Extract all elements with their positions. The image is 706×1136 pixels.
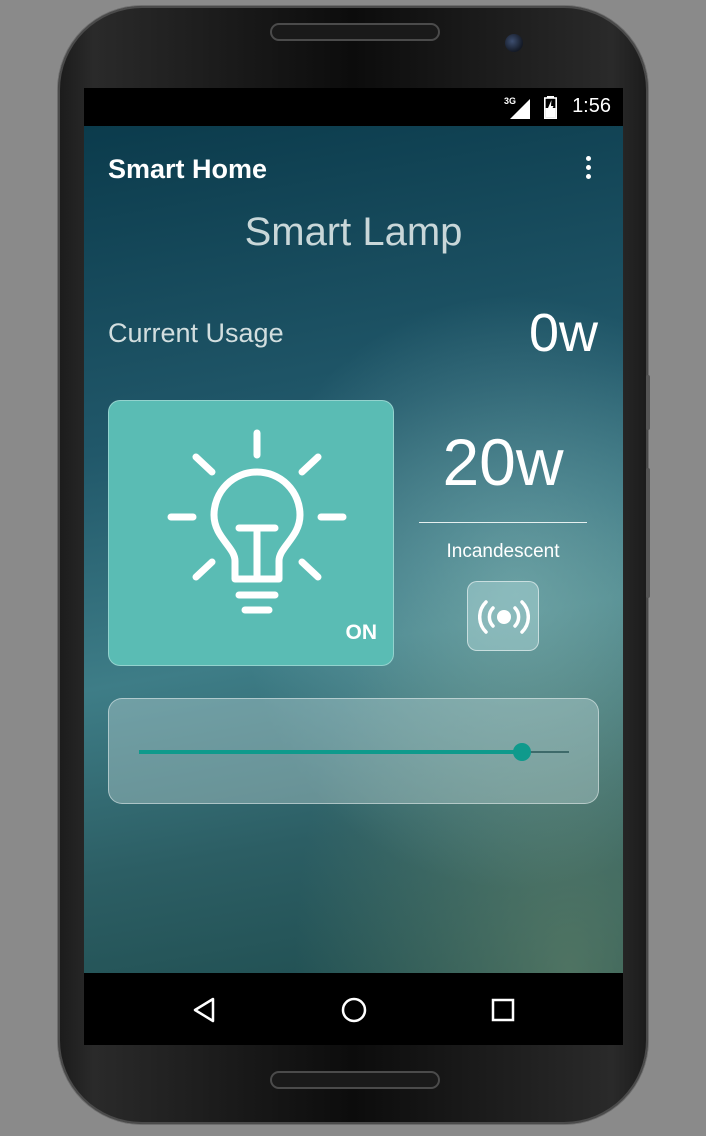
nav-bar <box>84 973 623 1045</box>
brightness-slider[interactable] <box>139 743 569 761</box>
top-speaker <box>270 23 440 41</box>
device-title: Smart Lamp <box>244 210 463 254</box>
wireless-broadcast-icon <box>478 600 530 634</box>
status-bar: 3G 1:56 <box>84 88 623 126</box>
power-button <box>646 375 650 430</box>
lamp-state-label: ON <box>345 621 378 644</box>
slider-fill <box>139 750 522 754</box>
current-usage-label: Current Usage <box>108 318 284 348</box>
front-camera <box>505 34 523 52</box>
slider-thumb[interactable] <box>512 743 531 761</box>
wireless-connect-button[interactable] <box>467 581 539 651</box>
home-icon[interactable] <box>339 995 369 1025</box>
rated-power-value: 20w <box>442 425 564 499</box>
recents-icon[interactable] <box>488 995 518 1025</box>
lamp-toggle-card[interactable]: ON <box>108 400 394 666</box>
status-time: 1:56 <box>572 95 611 117</box>
bulb-type-label: Incandescent <box>446 541 560 562</box>
lightbulb-icon <box>167 429 347 614</box>
current-usage-value: 0w <box>528 303 598 363</box>
battery-icon <box>544 96 557 119</box>
app-content: Smart Home Smart Lamp Current Usage 0w O… <box>84 126 623 973</box>
divider <box>419 522 587 523</box>
screen: 3G 1:56 Smart Home Smart Lamp Current Us… <box>84 88 623 1045</box>
brightness-card <box>108 698 599 804</box>
app-title: Smart Home <box>108 154 268 184</box>
back-icon[interactable] <box>190 995 220 1025</box>
bottom-speaker <box>270 1071 440 1089</box>
volume-button <box>646 468 650 598</box>
more-vert-icon[interactable] <box>578 156 598 182</box>
signal-icon <box>510 99 530 119</box>
